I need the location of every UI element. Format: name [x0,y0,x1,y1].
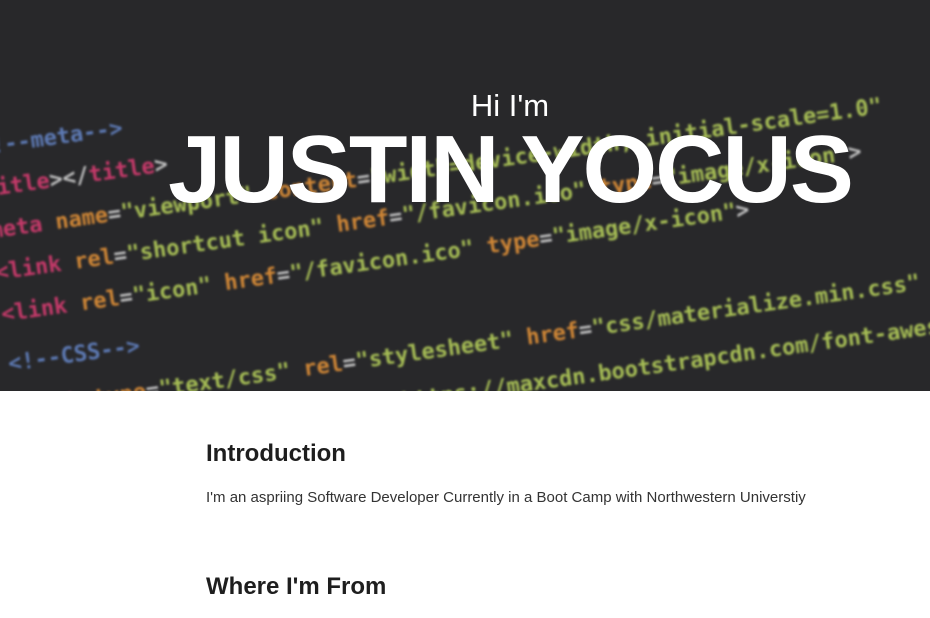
hero-banner: > <!--meta--> title></title> meta name="… [0,0,930,391]
introduction-heading: Introduction [206,440,346,467]
introduction-text: I'm an aspriing Software Developer Curre… [206,489,806,506]
where-im-from-heading: Where I'm From [206,573,387,600]
hero-name-heading: JUSTIN YOCUS [168,116,854,223]
